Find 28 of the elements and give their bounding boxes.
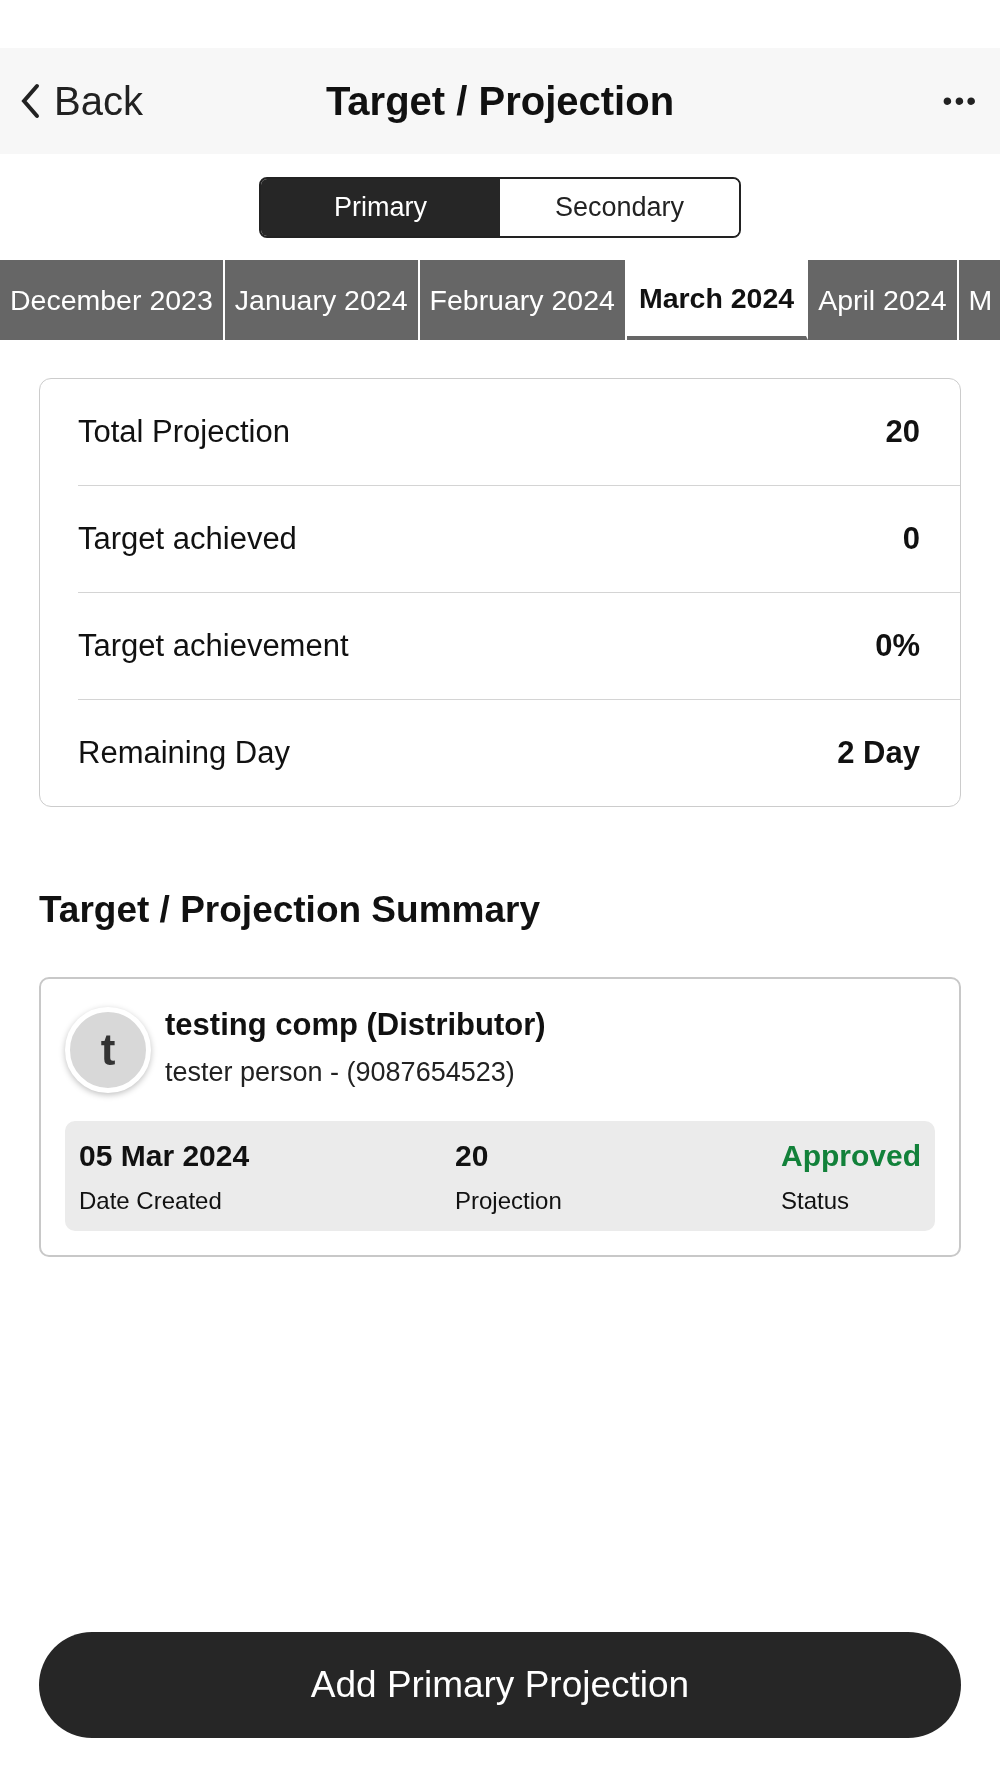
segment-tab[interactable]: Primary xyxy=(261,179,500,236)
stat-label: Target achievement xyxy=(78,628,349,664)
month-tab[interactable]: January 2024 xyxy=(224,260,420,340)
month-tab[interactable]: February 2024 xyxy=(419,260,627,340)
stat-label: Target achieved xyxy=(78,521,297,557)
stat-value: 0% xyxy=(875,628,920,664)
more-menu-button[interactable]: ••• xyxy=(942,85,978,117)
field-value: Approved xyxy=(781,1139,921,1173)
field-label: Status xyxy=(781,1187,850,1215)
field-label: Date Created xyxy=(79,1187,223,1215)
stat-value: 2 Day xyxy=(837,735,920,771)
month-tab[interactable]: December 2023 xyxy=(0,260,225,340)
field-value: 05 Mar 2024 xyxy=(79,1139,251,1173)
chevron-left-icon xyxy=(20,83,40,119)
stat-label: Total Projection xyxy=(78,414,290,450)
stat-label: Remaining Day xyxy=(78,735,290,771)
back-button[interactable]: Back xyxy=(20,78,143,124)
month-tab[interactable]: April 2024 xyxy=(808,260,959,340)
stat-value: 20 xyxy=(885,414,920,450)
stat-value: 0 xyxy=(902,521,920,557)
month-tab[interactable]: M xyxy=(958,260,1000,340)
contact-text: tester person - (9087654523) xyxy=(165,1057,516,1088)
field-value: 20 xyxy=(455,1139,490,1173)
page-title: Target / Projection xyxy=(325,78,675,124)
section-heading: Target / Projection Summary xyxy=(39,889,541,931)
company-name: testing comp (Distributor) xyxy=(165,1007,546,1043)
field-label: Projection xyxy=(455,1187,563,1215)
add-projection-button[interactable]: Add Primary Projection xyxy=(39,1632,961,1738)
